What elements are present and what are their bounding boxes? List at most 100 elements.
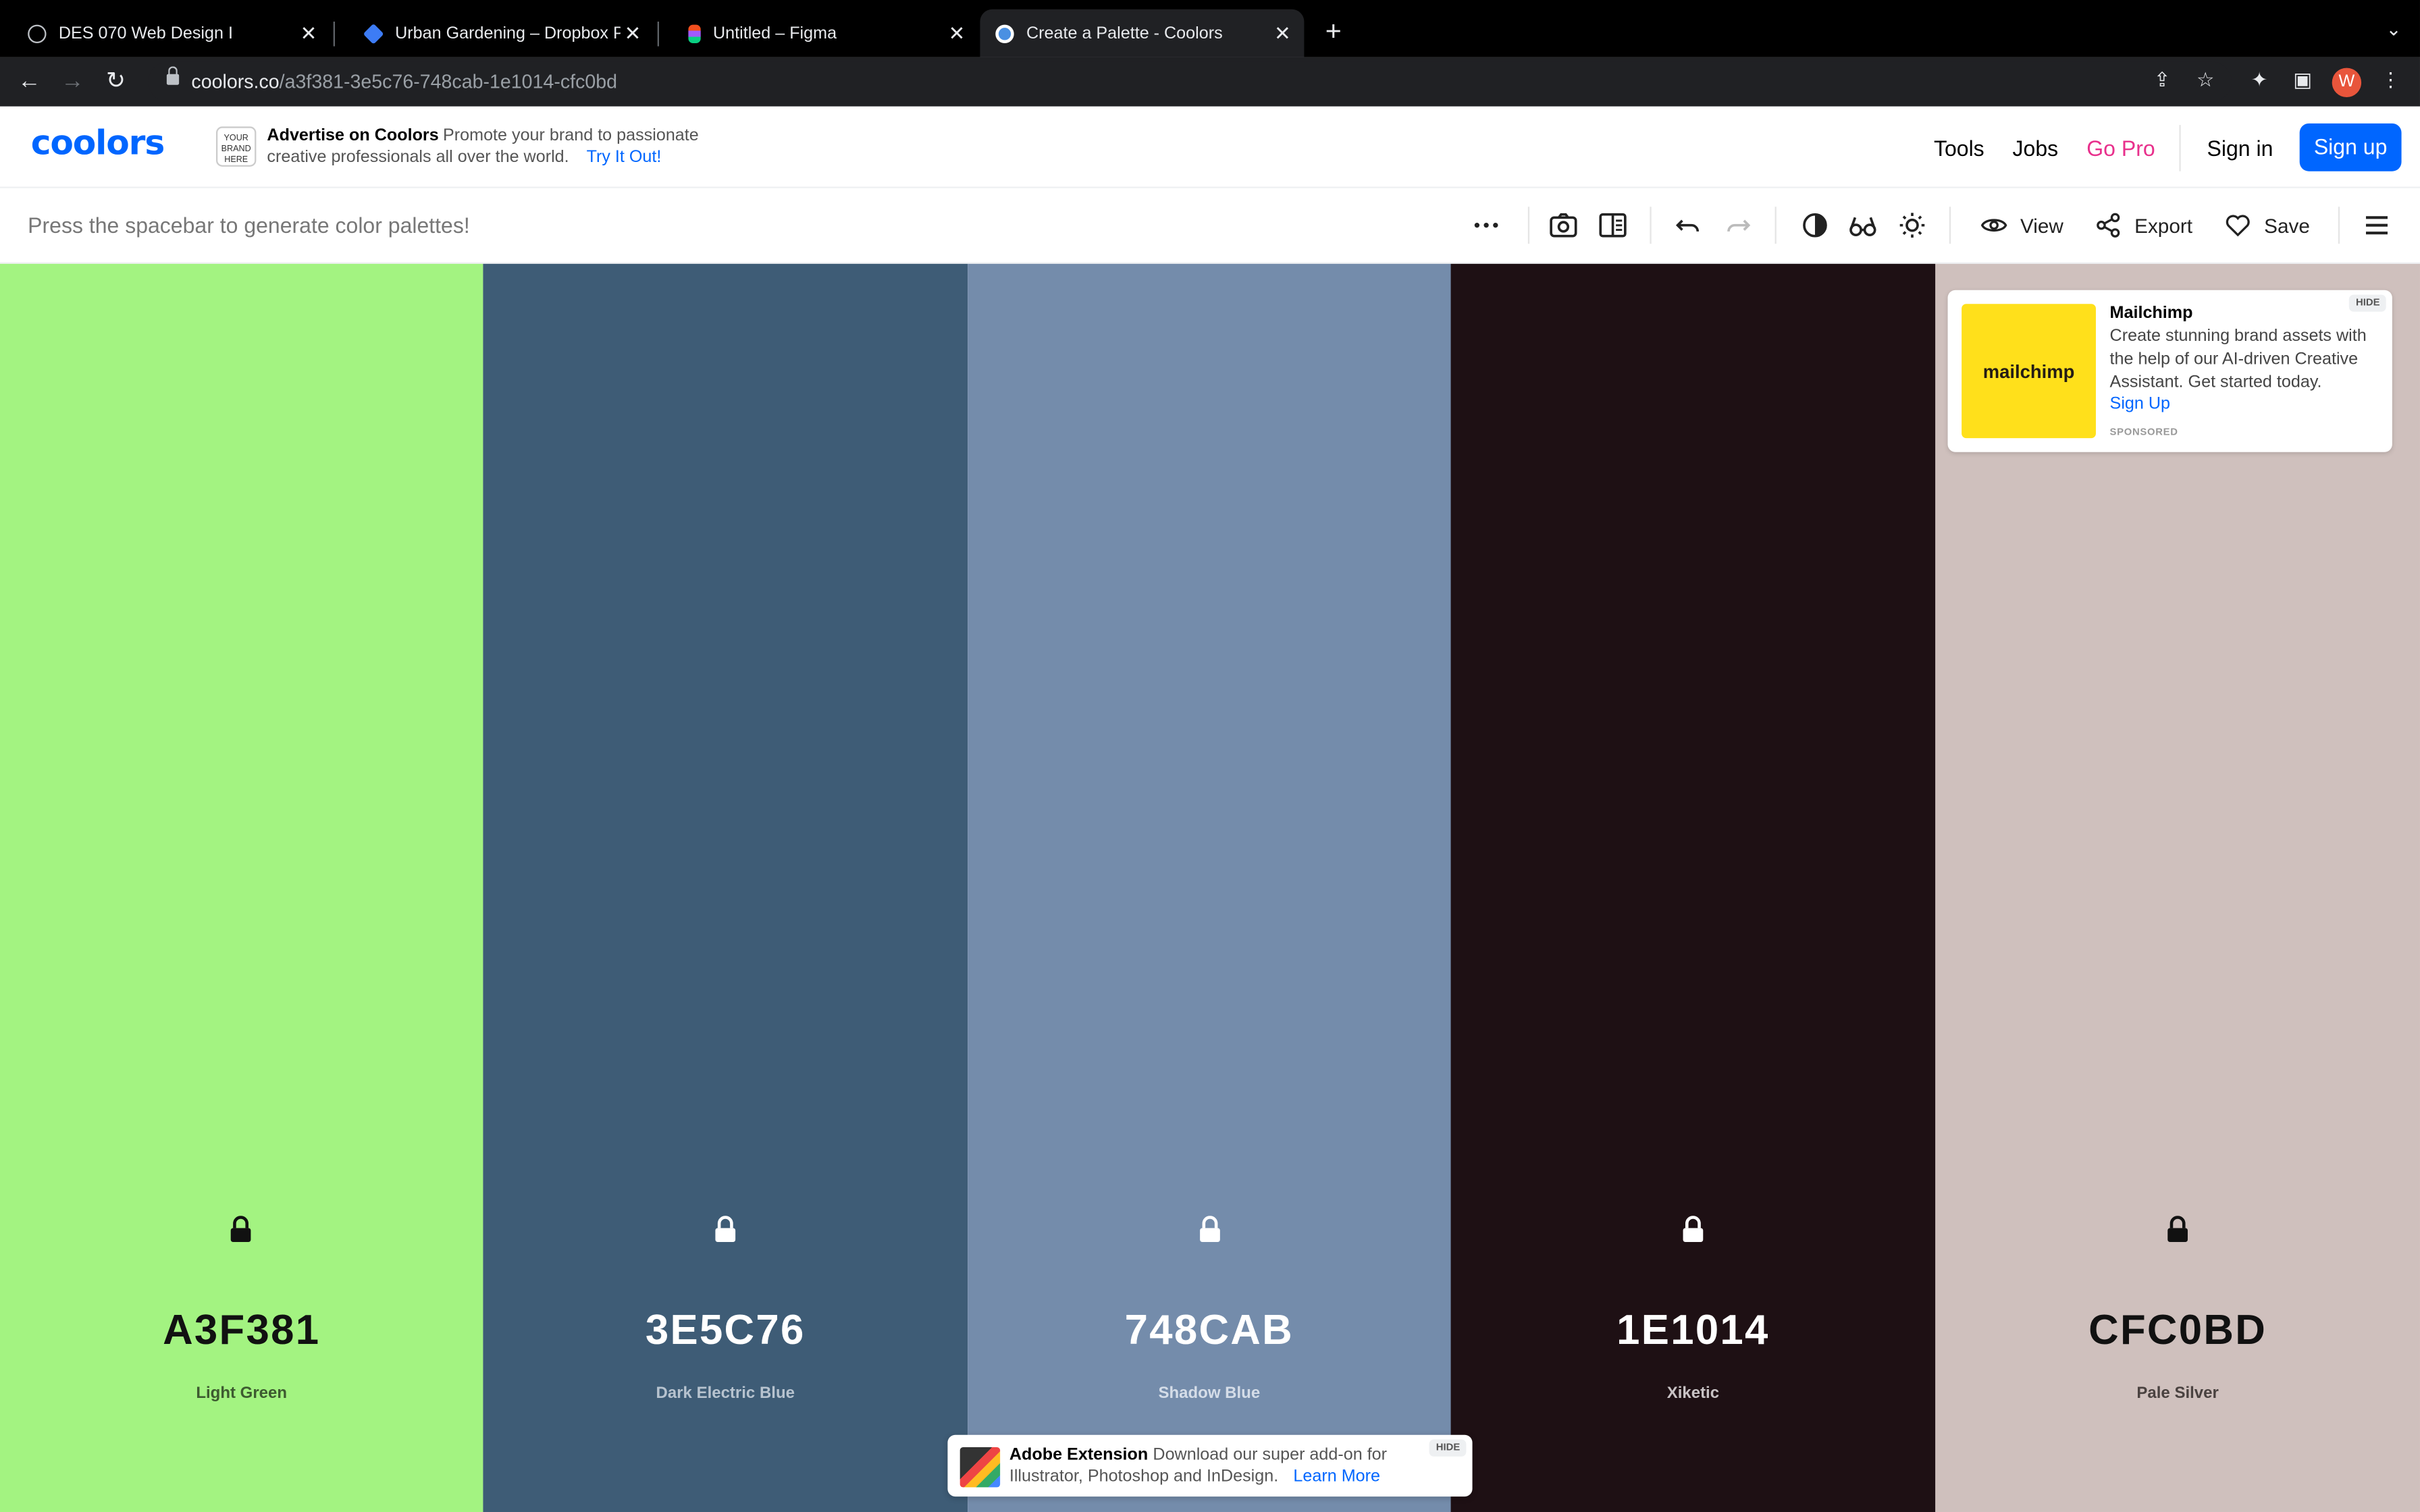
sign-in-link[interactable]: Sign in bbox=[2207, 136, 2273, 161]
sign-up-button[interactable]: Sign up bbox=[2299, 123, 2402, 171]
ad-sign-up-link[interactable]: Sign Up bbox=[2110, 395, 2170, 413]
reload-icon[interactable]: ↻ bbox=[101, 66, 132, 97]
tab-separator bbox=[657, 21, 659, 47]
site-header: coolors YOUR BRAND HERE Advertise on Coo… bbox=[0, 106, 2420, 188]
color-name: Shadow Blue bbox=[1158, 1384, 1261, 1403]
palette-column[interactable]: 3E5C76 Dark Electric Blue bbox=[483, 263, 968, 1512]
advertise-title: Advertise on Coolors bbox=[267, 126, 439, 145]
more-options-icon[interactable] bbox=[1471, 210, 1502, 241]
toolbar-divider bbox=[1949, 207, 1951, 244]
browser-toolbar: ← → ↻ coolors.co/a3f381-3e5c76-748cab-1e… bbox=[0, 57, 2420, 107]
color-name: Pale Silver bbox=[2136, 1384, 2219, 1403]
tab-title: DES 070 Web Design I bbox=[58, 24, 233, 43]
nav-go-pro[interactable]: Go Pro bbox=[2086, 136, 2155, 161]
palette-column[interactable]: A3F381 Light Green bbox=[0, 263, 483, 1512]
extension-description: Download our super add-on for bbox=[1153, 1445, 1388, 1465]
color-blindness-glasses-icon[interactable] bbox=[1847, 210, 1878, 241]
tab-figma[interactable]: Untitled – Figma ✕ bbox=[660, 9, 978, 57]
mailchimp-ad-image[interactable]: mailchimp bbox=[1962, 304, 2096, 439]
lock-icon bbox=[166, 66, 180, 85]
hamburger-menu-icon[interactable] bbox=[2361, 210, 2392, 241]
hide-extension-button[interactable]: HIDE bbox=[1429, 1439, 1467, 1457]
hex-code[interactable]: A3F381 bbox=[0, 1307, 483, 1355]
camera-icon[interactable] bbox=[1548, 210, 1579, 241]
coolors-logo[interactable]: coolors bbox=[31, 125, 165, 163]
new-tab-icon[interactable]: + bbox=[1319, 16, 1347, 48]
tab-separator bbox=[333, 21, 335, 47]
ad-text: Create stunning brand assets with the he… bbox=[2109, 327, 2367, 392]
adobe-extension-banner[interactable]: Adobe Extension Download our super add-o… bbox=[947, 1434, 1473, 1497]
back-icon[interactable]: ← bbox=[14, 66, 45, 97]
quick-view-icon[interactable] bbox=[1598, 210, 1629, 241]
contrast-icon[interactable] bbox=[1799, 210, 1831, 241]
tab-search-chevron-icon[interactable]: ⌄ bbox=[2386, 18, 2402, 40]
palette-toolbar: Press the spacebar to generate color pal… bbox=[0, 188, 2420, 264]
hex-code[interactable]: 1E1014 bbox=[1451, 1307, 1936, 1355]
tab-dropbox[interactable]: Urban Gardening – Dropbox Pa ✕ bbox=[336, 9, 654, 57]
hex-code[interactable]: 3E5C76 bbox=[483, 1307, 968, 1355]
advertise-description-2: creative professionals all over the worl… bbox=[267, 148, 569, 167]
lock-icon[interactable] bbox=[1681, 1216, 1706, 1243]
lock-icon[interactable] bbox=[228, 1216, 253, 1243]
tab-title: Urban Gardening – Dropbox Pa bbox=[395, 24, 621, 43]
color-name: Xiketic bbox=[1666, 1384, 1720, 1403]
kebab-menu-icon[interactable]: ⋮ bbox=[2377, 68, 2404, 93]
sponsored-ad-card[interactable]: mailchimp Mailchimp Create stunning bran… bbox=[1947, 290, 2392, 452]
toolbar-divider bbox=[2338, 207, 2340, 244]
export-label: Export bbox=[2134, 213, 2193, 237]
figma-icon bbox=[688, 24, 701, 43]
undo-icon[interactable] bbox=[1673, 210, 1704, 241]
view-label: View bbox=[2020, 213, 2063, 237]
close-tab-icon[interactable]: ✕ bbox=[296, 21, 321, 46]
nav-tools[interactable]: Tools bbox=[1934, 136, 1984, 161]
hex-code[interactable]: 748CAB bbox=[968, 1307, 1450, 1355]
redo-icon[interactable] bbox=[1722, 210, 1754, 241]
color-name: Dark Electric Blue bbox=[656, 1384, 795, 1403]
browser-tab-strip: DES 070 Web Design I ✕ Urban Gardening –… bbox=[0, 0, 2420, 57]
extension-title: Adobe Extension bbox=[1009, 1445, 1149, 1465]
toolbar-divider bbox=[1774, 207, 1777, 244]
brightness-sun-icon[interactable] bbox=[1897, 210, 1928, 241]
lock-icon[interactable] bbox=[1198, 1216, 1223, 1243]
dropbox-icon bbox=[363, 22, 384, 44]
nav-jobs[interactable]: Jobs bbox=[2013, 136, 2059, 161]
tab-title: Create a Palette - Coolors bbox=[1026, 24, 1223, 43]
globe-icon bbox=[28, 24, 47, 43]
heart-icon bbox=[2226, 215, 2250, 237]
extension-description-2: Illustrator, Photoshop and InDesign. bbox=[1009, 1467, 1279, 1486]
nav-divider bbox=[2179, 125, 2181, 171]
coolors-favicon bbox=[995, 24, 1014, 43]
close-tab-icon[interactable]: ✕ bbox=[1270, 21, 1295, 46]
learn-more-link[interactable]: Learn More bbox=[1293, 1467, 1380, 1486]
spacebar-hint: Press the spacebar to generate color pal… bbox=[28, 213, 470, 238]
tab-des070[interactable]: DES 070 Web Design I ✕ bbox=[0, 9, 330, 57]
tab-title: Untitled – Figma bbox=[712, 24, 837, 43]
sponsored-label: SPONSORED bbox=[2109, 427, 2178, 439]
export-button[interactable]: Export bbox=[2095, 211, 2192, 239]
extensions-puzzle-icon[interactable]: ✦ bbox=[2246, 68, 2273, 93]
ad-brand: Mailchimp bbox=[2109, 304, 2193, 323]
view-button[interactable]: View bbox=[1980, 211, 2063, 239]
forward-icon[interactable]: → bbox=[57, 66, 88, 97]
hide-ad-button[interactable]: HIDE bbox=[2349, 294, 2386, 312]
close-tab-icon[interactable]: ✕ bbox=[621, 21, 646, 46]
eye-icon bbox=[1980, 219, 2007, 232]
address-bar[interactable]: coolors.co/a3f381-3e5c76-748cab-1e1014-c… bbox=[148, 61, 2232, 102]
lock-icon[interactable] bbox=[713, 1216, 738, 1243]
share-icon[interactable]: ⇪ bbox=[2149, 68, 2176, 93]
save-button[interactable]: Save bbox=[2224, 211, 2310, 239]
try-it-out-link[interactable]: Try It Out! bbox=[587, 148, 662, 166]
save-label: Save bbox=[2264, 213, 2310, 237]
profile-avatar[interactable]: W bbox=[2332, 68, 2362, 97]
lock-icon[interactable] bbox=[2165, 1216, 2190, 1243]
hex-code[interactable]: CFC0BD bbox=[1935, 1307, 2420, 1355]
close-tab-icon[interactable]: ✕ bbox=[945, 21, 970, 46]
side-panel-icon[interactable]: ▣ bbox=[2289, 68, 2317, 93]
palette-column[interactable]: 1E1014 Xiketic bbox=[1450, 263, 1936, 1512]
palette-column[interactable]: 748CAB Shadow Blue bbox=[968, 263, 1451, 1512]
tab-coolors[interactable]: Create a Palette - Coolors ✕ bbox=[980, 9, 1305, 57]
bookmark-star-icon[interactable]: ☆ bbox=[2192, 68, 2219, 93]
toolbar-divider bbox=[1527, 207, 1530, 244]
share-nodes-icon bbox=[2097, 213, 2120, 238]
advertise-description: Promote your brand to passionate bbox=[442, 126, 699, 145]
